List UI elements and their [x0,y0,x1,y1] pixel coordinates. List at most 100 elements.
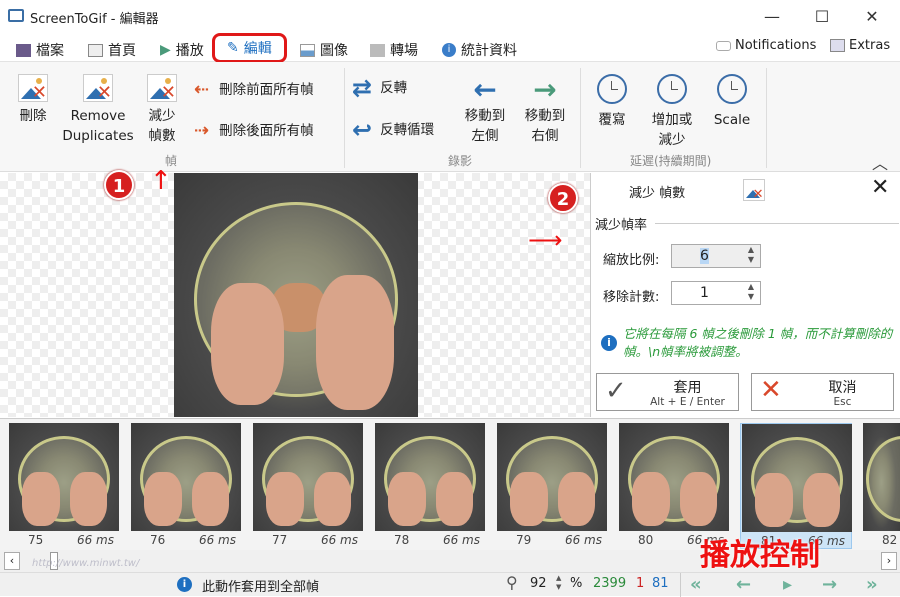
delete-previous-button[interactable]: ⇠ 刪除前面所有幀 [194,80,314,100]
delete-next-button[interactable]: ⇢ 刪除後面所有幀 [194,121,314,141]
remove-count-value: 1 [700,285,709,301]
reverse-button[interactable]: ⇄ 反轉 [352,76,408,100]
arrow-right-dashed-icon: ⇢ [194,120,210,141]
play-icon[interactable]: ▸ [783,574,792,595]
spinner-arrows-icon[interactable]: ▲ ▼ [748,282,754,302]
factor-spinner[interactable]: 6 ▲ ▼ [671,244,761,268]
window-title: ScreenToGif - 編輯器 [30,12,159,27]
arrow-left-icon: ← [473,73,497,106]
tab-label: 轉場 [390,43,418,59]
first-frame-icon[interactable]: « [690,574,702,595]
frame-thumbnail[interactable]: 75 66 ms [8,423,120,549]
tab-label: 統計資料 [461,43,517,59]
frame-image [9,423,119,531]
cancel-button[interactable]: ✕ 取消 Esc [751,373,894,411]
notifications-button[interactable]: Notifications [716,38,816,53]
zoom-unit: % [570,576,583,591]
tab-label: 首頁 [108,43,136,59]
watermark: http://www.minwt.tw/ [32,558,140,569]
tab-play[interactable]: ▶ 播放 [160,40,204,60]
frame-thumbnail[interactable]: 77 66 ms [252,423,364,549]
zoom-spinner-icon[interactable]: ▲ ▼ [556,574,561,592]
tab-file[interactable]: 檔案 [16,40,64,60]
close-panel-icon[interactable]: ✕ [871,175,889,200]
info-icon: i [177,577,192,592]
frame-number: 80 [638,533,654,547]
info-icon: i [601,335,617,351]
tab-edit[interactable]: ✎ 編輯 [212,33,287,63]
zoom-value[interactable]: 92 [530,576,547,591]
frame-number: 75 [28,533,44,547]
tab-home[interactable]: 首頁 [88,40,136,60]
extras-button[interactable]: Extras [830,38,890,53]
app-icon [8,9,24,22]
transition-icon [370,43,385,57]
annotation-arrow-right-icon: ⟶ [528,226,563,254]
next-frame-icon[interactable]: → [822,574,837,595]
annotation-badge-2: 2 [548,183,578,213]
reverse-label: 反轉 [380,80,408,96]
status-bar: i 此動作套用到全部幀 ⚲ 92 ▲ ▼ % 2399 1 81 « ← ▸ → … [0,572,900,597]
delete-button[interactable]: ✕ 刪除 [10,74,56,126]
previous-frame-icon[interactable]: ← [736,574,751,595]
frame-thumbnail[interactable]: 78 66 ms [374,423,486,549]
move-right-button[interactable]: → 移動到右側 [518,74,572,146]
annotation-playback-label: 播放控制 [700,538,820,573]
frame-delay: 66 ms [442,533,480,547]
override-label: 覆寫 [598,112,626,128]
frame-image [375,423,485,531]
notification-icon [716,40,731,51]
tab-image[interactable]: 圖像 [300,40,348,60]
reduce-frames-button[interactable]: ✕ 減少幀數 [140,74,184,146]
scroll-left-button[interactable]: ‹ [4,552,20,570]
maximize-button[interactable]: ☐ [802,4,842,30]
collapse-ribbon-icon[interactable]: ︿ [872,150,888,174]
frame-number: 78 [394,533,410,547]
last-frame-icon[interactable]: » [866,574,878,595]
frame-delay: 66 ms [564,533,602,547]
clock-percent-icon [717,74,747,104]
remove-duplicates-button[interactable]: ✕ Remove Duplicates [62,74,134,146]
zoom-icon: ⚲ [506,573,518,592]
apply-label: 套用 [673,380,702,396]
scale-delay-button[interactable]: Scale [708,74,756,130]
divider [766,68,767,168]
frame-number: 79 [516,533,532,547]
close-button[interactable]: ✕ [852,4,892,30]
panel-title: 減少 幀數 [629,186,686,201]
extras-icon [830,39,845,52]
clock-override-icon [597,74,627,104]
remove-duplicates-icon: ✕ [83,74,113,102]
remove-count-spinner[interactable]: 1 ▲ ▼ [671,281,761,305]
frame-thumbnail[interactable]: 79 66 ms [496,423,608,549]
reduce-frames-label: 減少幀數 [148,108,176,144]
frame-number: 77 [272,533,288,547]
extras-label: Extras [849,38,891,53]
frame-thumbnail[interactable]: 76 66 ms [130,423,242,549]
yoyo-icon: ↩ [352,116,373,144]
spinner-arrows-icon[interactable]: ▲ ▼ [748,245,754,265]
override-delay-button[interactable]: 覆寫 [588,74,636,130]
minimize-button[interactable]: — [752,4,792,30]
ribbon-tabs: 檔案 首頁 ▶ 播放 ✎ 編輯 圖像 轉場 i 統計資料 Notifications … [0,33,900,63]
tab-label: 圖像 [320,43,348,59]
group-label-delay: 延遲(持續期間) [630,154,712,168]
cancel-shortcut: Esc [833,396,852,408]
frame-delay: 66 ms [320,533,358,547]
move-left-button[interactable]: ← 移動到左側 [458,74,512,146]
move-left-label: 移動到左側 [464,108,506,144]
tab-statistics[interactable]: i 統計資料 [442,40,517,60]
scroll-right-button[interactable]: › [881,552,897,570]
tab-transitions[interactable]: 轉場 [370,40,418,60]
annotation-arrow-up-icon: ↑ [150,166,172,196]
frame-thumbnail[interactable]: 82 [862,423,900,549]
yoyo-button[interactable]: ↩ 反轉循環 [352,116,434,144]
delete-previous-label: 刪除前面所有幀 [219,82,314,98]
apply-button[interactable]: ✓ 套用 Alt + E / Enter [596,373,739,411]
divider [680,573,681,597]
divider [655,223,899,224]
frame-image [742,424,852,532]
increase-decrease-delay-button[interactable]: 增加或減少 [644,74,700,150]
tab-label: 播放 [175,43,204,59]
editor-canvas [0,173,590,417]
